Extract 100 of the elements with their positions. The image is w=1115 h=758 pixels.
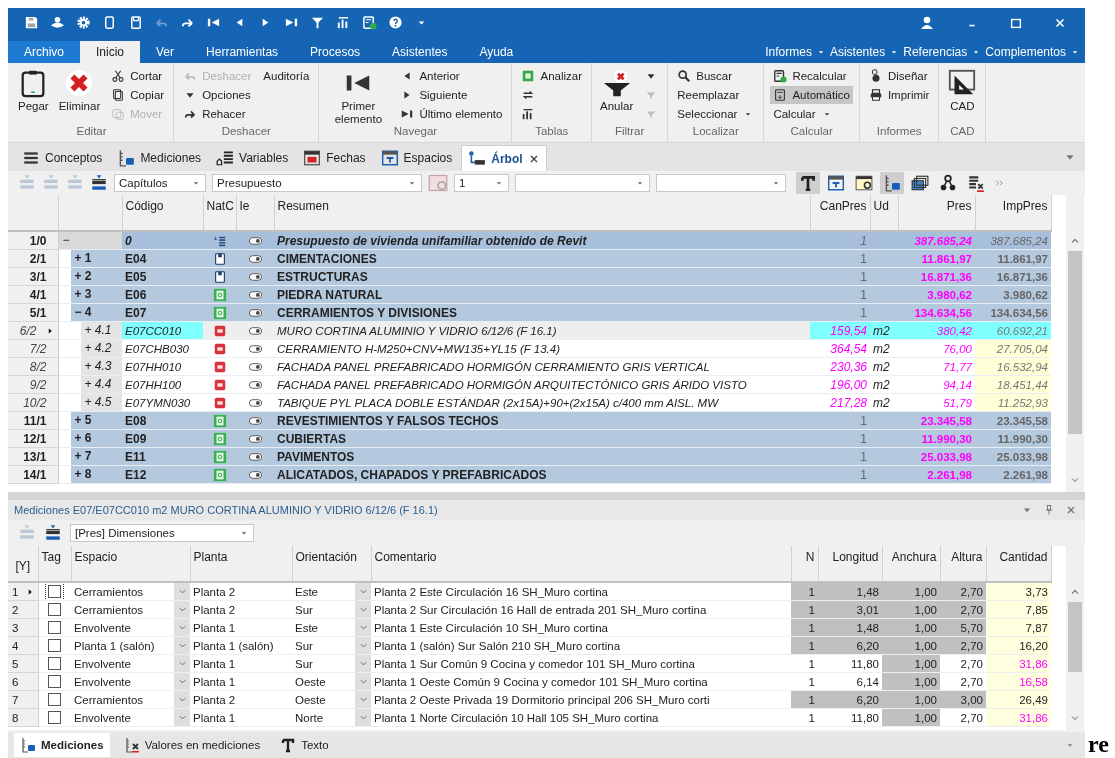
ribbon-button[interactable]: Buscar (674, 67, 758, 85)
ribbon-button[interactable]: Siguiente (397, 86, 506, 104)
column-header[interactable]: N (791, 546, 818, 582)
document-tab[interactable]: Variables (210, 145, 295, 171)
floppy-icon[interactable] (24, 15, 39, 30)
outline-toggle[interactable]: + 4.1 (80, 322, 122, 339)
ribbon-button[interactable]: Eliminar (56, 67, 103, 125)
outline-toggle[interactable]: + 2 (70, 268, 122, 285)
row-insert-icon[interactable] (90, 174, 108, 192)
ribbon-button[interactable]: Rehacer (180, 105, 255, 123)
ribbon-button[interactable]: Reemplazar (674, 86, 758, 104)
menu-tab[interactable]: Ver (140, 41, 191, 63)
column-header[interactable]: Comentario (371, 546, 791, 582)
dropdown-field[interactable]: 1 (454, 174, 509, 192)
dropdown-field[interactable] (656, 174, 786, 192)
outline-toggle[interactable]: + 4.5 (80, 394, 122, 411)
toolbar-toggle[interactable] (880, 172, 904, 194)
dropdown-field[interactable]: Presupuesto (212, 174, 422, 192)
column-header[interactable]: Orientación (292, 546, 371, 582)
ribbon-button[interactable]: Seleccionar (674, 105, 758, 123)
document-tab[interactable]: Fechas (297, 145, 372, 171)
column-header[interactable]: NatC (203, 195, 236, 231)
ribbon-button[interactable]: Último elemento (397, 105, 506, 123)
outline-toggle[interactable]: + 8 (70, 466, 122, 483)
ribbon-button[interactable]: Cortar (108, 67, 168, 85)
menu-tab[interactable]: Herramientas (190, 41, 295, 63)
outline-toggle[interactable]: − (58, 232, 122, 249)
panel-tab[interactable]: Mediciones (14, 733, 110, 757)
menu-link[interactable]: Referencias (903, 45, 968, 59)
help-icon[interactable] (388, 15, 403, 30)
ribbon-button[interactable]: Opciones (180, 86, 255, 104)
column-header[interactable]: Resumen (274, 195, 810, 231)
tablet-icon[interactable] (102, 15, 117, 30)
panel-tab[interactable]: Texto (274, 733, 335, 757)
column-header[interactable]: Cantidad (986, 546, 1051, 582)
outline-toggle[interactable]: + 4.2 (80, 340, 122, 357)
gear-icon[interactable] (76, 15, 91, 30)
menu-link[interactable]: Asistentes (829, 45, 886, 59)
dropdown-field[interactable]: [Pres] Dimensiones (70, 524, 254, 542)
outline-toggle[interactable]: + 4.3 (80, 358, 122, 375)
ribbon-button[interactable]: Diseñar (865, 67, 933, 85)
checkbox[interactable] (48, 657, 62, 671)
column-header[interactable]: Ie (236, 195, 274, 231)
ribbon-button[interactable]: Recalcular (770, 67, 853, 85)
outline-toggle[interactable]: + 3 (70, 286, 122, 303)
ribbon-button[interactable]: Auditoría (260, 67, 313, 85)
column-header[interactable]: Tag (38, 546, 71, 582)
toolbar-toggle[interactable] (796, 172, 820, 194)
checkbox[interactable] (48, 693, 62, 707)
checkbox[interactable] (48, 711, 62, 725)
bar-chart-icon[interactable] (336, 15, 351, 30)
user-icon[interactable] (919, 14, 935, 31)
outline-toggle[interactable]: + 6 (70, 430, 122, 447)
ribbon-button[interactable]: Anterior (397, 67, 506, 85)
ribbon-button[interactable]: Anular (598, 67, 636, 125)
menu-tab[interactable]: Asistentes (376, 41, 464, 63)
column-header[interactable]: ImpPres (975, 195, 1051, 231)
dropdown-field[interactable] (515, 174, 650, 192)
column-header[interactable]: Anchura (882, 546, 940, 582)
column-header[interactable]: Espacio (71, 546, 190, 582)
checkbox[interactable] (48, 675, 62, 689)
document-tab[interactable]: Espacios (374, 145, 459, 171)
outline-toggle[interactable]: + 4.4 (80, 376, 122, 393)
column-header[interactable]: Longitud (818, 546, 882, 582)
column-header[interactable]: Altura (940, 546, 986, 582)
funnel-icon[interactable] (310, 15, 325, 30)
person-icon[interactable] (50, 15, 65, 30)
column-header[interactable]: [Y] (8, 546, 38, 582)
ribbon-button[interactable]: Copiar (108, 86, 168, 104)
checkbox[interactable] (48, 621, 62, 635)
column-header[interactable]: Código (122, 195, 203, 231)
checkbox[interactable] (48, 603, 62, 617)
ribbon-button[interactable]: Pegar (16, 67, 51, 125)
ribbon-button[interactable]: Calcular (770, 105, 853, 123)
menu-tab[interactable]: Archivo (8, 41, 80, 63)
menu-link[interactable]: Informes (765, 45, 812, 59)
document-icon[interactable] (128, 15, 143, 30)
scrollbar[interactable] (1065, 195, 1084, 492)
ribbon-button[interactable]: Automático (770, 86, 853, 104)
column-header[interactable]: CanPres (810, 195, 870, 231)
checkbox[interactable] (48, 639, 62, 653)
outline-toggle[interactable]: − 4 (70, 304, 122, 321)
scrollbar[interactable] (1065, 546, 1084, 730)
column-header[interactable]: Pres (898, 195, 975, 231)
outline-toggle[interactable]: + 5 (70, 412, 122, 429)
checkbox[interactable] (48, 585, 62, 599)
calculator-icon[interactable] (362, 15, 377, 30)
document-tab[interactable]: Mediciones (111, 145, 208, 171)
outline-toggle[interactable]: + 7 (70, 448, 122, 465)
ribbon-button[interactable]: Analizar (518, 67, 586, 85)
column-header[interactable]: Ud (870, 195, 898, 231)
row-insert-icon[interactable] (44, 524, 62, 542)
document-tab[interactable]: Árbol (461, 145, 547, 171)
outline-toggle[interactable]: + 1 (70, 250, 122, 267)
document-tab[interactable]: Conceptos (16, 145, 109, 171)
panel-tab[interactable]: Valores en mediciones (117, 733, 267, 757)
menu-tab[interactable]: Inicio (80, 41, 141, 63)
menu-tab[interactable]: Ayuda (463, 41, 530, 63)
column-header[interactable]: Planta (190, 546, 292, 582)
ribbon-button[interactable]: CAD (945, 67, 980, 125)
